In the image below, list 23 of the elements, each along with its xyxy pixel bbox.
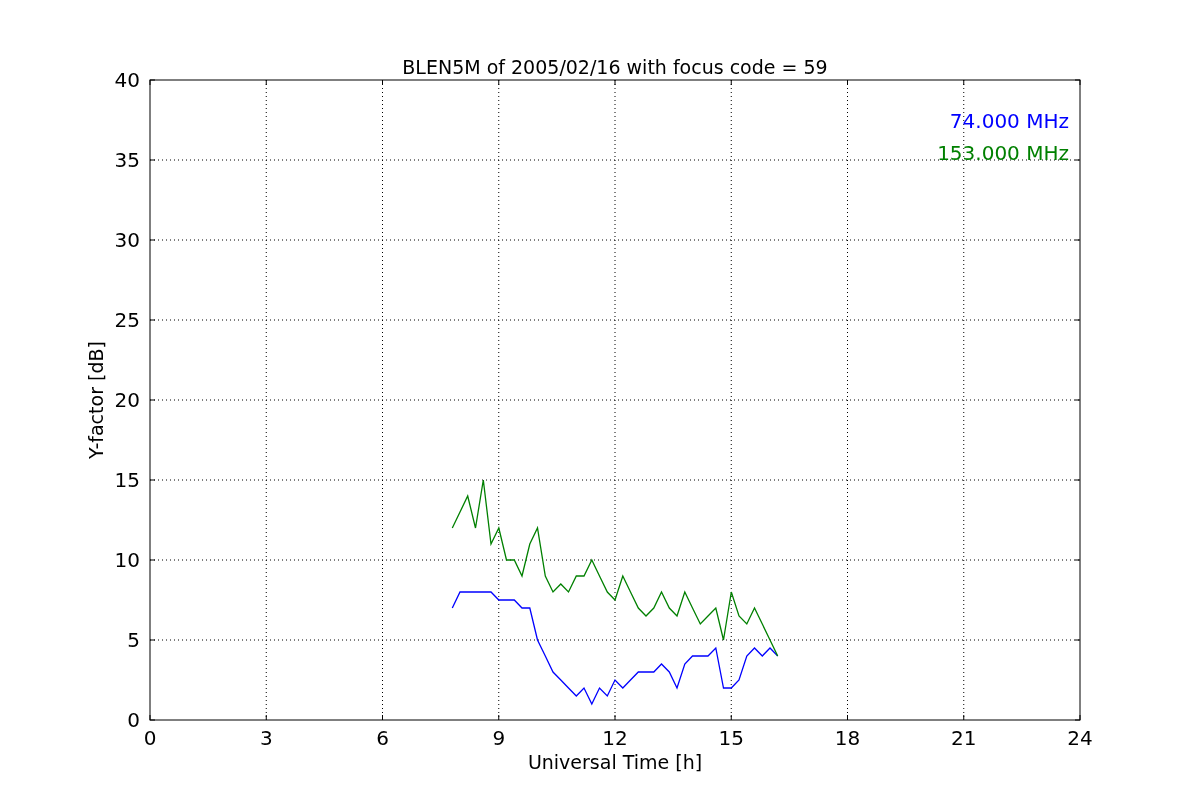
tick-label: 12 (602, 726, 628, 750)
tick-label: 10 (114, 548, 140, 572)
tick-label: 0 (143, 726, 157, 750)
tick-label: 20 (114, 388, 140, 412)
x-axis-label: Universal Time [h] (527, 751, 703, 773)
legend-label: 153.000 MHz (937, 141, 1069, 165)
tick-label: 21 (951, 726, 977, 750)
tick-label: 15 (114, 468, 140, 492)
tick-label: 3 (259, 726, 273, 750)
y-axis-label: Y-factor [dB] (85, 341, 107, 459)
tick-label: 18 (834, 726, 861, 750)
tick-label: 0 (127, 708, 140, 732)
chart-title: BLEN5M of 2005/02/16 with focus code = 59 (402, 56, 828, 78)
tick-label: 9 (492, 726, 506, 750)
tick-label: 15 (718, 726, 744, 750)
tick-label: 6 (376, 726, 389, 750)
tick-label: 35 (114, 148, 140, 172)
tick-label: 5 (127, 628, 140, 652)
tick-label: 25 (114, 308, 140, 332)
legend-label: 74.000 MHz (949, 109, 1069, 133)
tick-label: 40 (114, 68, 140, 92)
tick-label: 24 (1067, 726, 1093, 750)
tick-label: 30 (114, 228, 140, 252)
